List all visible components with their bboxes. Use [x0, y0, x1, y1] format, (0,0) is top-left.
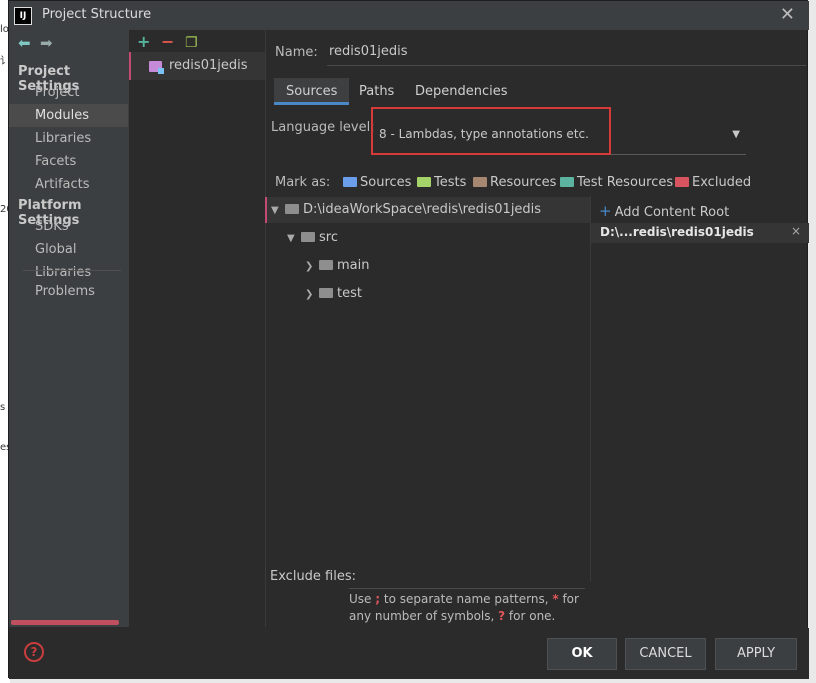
background-text-fragment: s [0, 402, 6, 413]
nav-item-problems[interactable]: Problems [9, 280, 128, 303]
mark-as-resources[interactable]: Resources [473, 175, 556, 190]
intellij-logo-icon: IJ [14, 7, 32, 25]
folder-icon [301, 232, 315, 242]
folder-icon [319, 288, 333, 298]
nav-divider [23, 270, 121, 271]
plus-icon: + [599, 202, 612, 220]
mark-as-excluded-label: Excluded [692, 175, 752, 190]
mark-as-test-resources-label: Test Resources [577, 175, 674, 190]
hint-text: Use [349, 592, 376, 606]
hint-text: to separate name patterns, [380, 592, 553, 606]
mark-as-sources-label: Sources [360, 175, 412, 190]
apply-button[interactable]: APPLY [715, 638, 797, 670]
tree-src-label: src [319, 230, 338, 245]
module-list-pane: + − ❐ redis01jedis [129, 30, 266, 627]
language-level-dropdown[interactable]: 8 - Lambdas, type annotations etc. ▼ [371, 107, 746, 155]
module-toolbar: + − ❐ [137, 32, 209, 51]
window-title: Project Structure [42, 7, 152, 22]
module-name-field[interactable]: redis01jedis [327, 39, 806, 66]
chevron-down-icon[interactable]: ▼ [271, 198, 283, 224]
forward-arrow-icon[interactable]: ➡ [40, 34, 62, 52]
remove-content-root-icon[interactable]: × [791, 224, 801, 238]
language-level-value: 8 - Lambdas, type annotations etc. [379, 127, 589, 141]
test-resources-folder-icon [560, 177, 574, 187]
mark-as-resources-label: Resources [490, 175, 557, 190]
sources-folder-icon [343, 177, 357, 187]
tree-row-root[interactable]: ▼ D:\ideaWorkSpace\redis\redis01jedis [265, 197, 590, 223]
excluded-folder-icon [675, 177, 689, 187]
mark-as-test-resources[interactable]: Test Resources [560, 175, 673, 190]
nav-scrollbar[interactable] [11, 620, 119, 625]
help-icon[interactable]: ? [24, 642, 44, 662]
tree-row-test[interactable]: ❯ test [265, 281, 362, 307]
tab-paths[interactable]: Paths [359, 78, 394, 105]
ok-button[interactable]: OK [547, 638, 617, 670]
mark-as-label: Mark as: [275, 175, 331, 190]
tree-row-main[interactable]: ❯ main [265, 253, 369, 279]
module-folder-icon [149, 61, 164, 74]
mark-as-tests[interactable]: Tests [417, 175, 466, 190]
add-content-root-button[interactable]: + Add Content Root [599, 202, 729, 220]
name-label: Name: [275, 45, 318, 60]
back-arrow-icon[interactable]: ⬅ [18, 34, 40, 52]
cancel-button[interactable]: CANCEL [625, 638, 706, 670]
hint-text: for one. [505, 609, 556, 623]
source-folder-tree: ▼ D:\ideaWorkSpace\redis\redis01jedis ▼ sr… [265, 196, 591, 581]
nav-item-libraries[interactable]: Libraries [9, 127, 128, 150]
tree-row-src[interactable]: ▼ src [265, 225, 338, 251]
remove-module-icon[interactable]: − [161, 32, 185, 51]
nav-item-global-libraries[interactable]: Global Libraries [9, 238, 128, 280]
chevron-down-icon[interactable]: ▼ [287, 226, 299, 252]
module-list-item[interactable]: redis01jedis [129, 52, 265, 80]
folder-icon [285, 204, 299, 214]
chevron-right-icon[interactable]: ❯ [305, 254, 317, 280]
nav-item-sdks[interactable]: SDKs [9, 215, 128, 238]
copy-module-icon[interactable]: ❐ [185, 35, 209, 51]
add-content-root-label: Add Content Root [614, 205, 730, 220]
tab-sources[interactable]: Sources [274, 78, 350, 105]
exclude-files-input[interactable] [349, 565, 585, 589]
tests-folder-icon [417, 177, 431, 187]
tree-root-label: D:\ideaWorkSpace\redis\redis01jedis [303, 202, 542, 217]
nav-history-arrows: ⬅ ➡ [18, 34, 62, 54]
tree-main-label: main [337, 258, 370, 273]
nav-item-artifacts[interactable]: Artifacts [9, 173, 128, 196]
language-level-label: Language level: [271, 120, 375, 135]
settings-nav-sidebar: ⬅ ➡ Project Settings Project Modules Libr… [9, 30, 129, 627]
resources-folder-icon [473, 177, 487, 187]
tree-test-label: test [337, 286, 362, 301]
module-name: redis01jedis [169, 58, 248, 73]
content-root-entry[interactable]: D:\...redis\redis01jedis × [591, 223, 809, 243]
dialog-footer: ? OK CANCEL APPLY [9, 628, 809, 679]
nav-item-project[interactable]: Project [9, 81, 128, 104]
exclude-files-label: Exclude files: [270, 569, 357, 584]
mark-as-sources[interactable]: Sources [343, 175, 411, 190]
content-root-path: D:\...redis\redis01jedis [600, 225, 754, 239]
mark-as-excluded[interactable]: Excluded [675, 175, 751, 190]
title-bar[interactable]: IJ Project Structure ✕ [9, 1, 809, 30]
folder-icon [319, 260, 333, 270]
nav-item-modules[interactable]: Modules [9, 104, 128, 127]
chevron-right-icon[interactable]: ❯ [305, 282, 317, 308]
project-structure-dialog: IJ Project Structure ✕ ⬅ ➡ Project Settin… [8, 0, 809, 679]
dropdown-arrow-icon[interactable]: ▼ [732, 129, 740, 140]
add-module-icon[interactable]: + [137, 32, 161, 51]
mark-as-tests-label: Tests [434, 175, 467, 190]
close-button[interactable]: ✕ [780, 4, 795, 25]
content-roots-pane: + Add Content Root D:\...redis\redis01jed… [591, 196, 809, 628]
nav-item-facets[interactable]: Facets [9, 150, 128, 173]
exclude-files-hint: Use ; to separate name patterns, * for a… [349, 591, 589, 625]
tab-dependencies[interactable]: Dependencies [415, 78, 508, 105]
